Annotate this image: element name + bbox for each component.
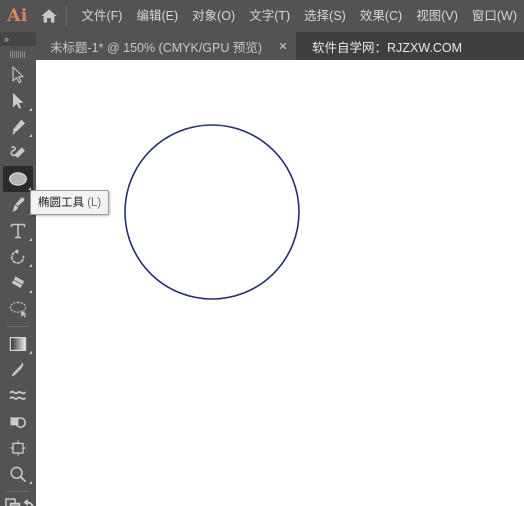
illustrator-window: Ai 文件(F) 编辑(E) 对象(O) 文字(T) 选择(S) 效果(C) 视… xyxy=(0,0,524,506)
panel-drag-handle[interactable] xyxy=(0,46,36,62)
menu-view[interactable]: 视图(V) xyxy=(409,0,465,32)
fill-stroke-swap-group[interactable] xyxy=(5,498,21,506)
paintbrush-icon xyxy=(12,197,25,212)
artboard-canvas[interactable] xyxy=(36,60,524,506)
tool-rotate[interactable] xyxy=(0,244,36,270)
menu-divider xyxy=(65,7,67,25)
tool-artboard[interactable] xyxy=(0,435,36,461)
tool-ellipse[interactable] xyxy=(3,166,33,192)
shape-builder-icon xyxy=(10,417,26,429)
tool-gradient[interactable] xyxy=(0,331,36,357)
menu-file[interactable]: 文件(F) xyxy=(75,0,130,32)
tool-mini-row xyxy=(0,496,36,506)
pen-icon xyxy=(12,119,25,135)
drag-dots-icon xyxy=(10,50,26,58)
blend-icon xyxy=(9,390,26,400)
gradient-icon xyxy=(9,336,27,352)
tool-direct-selection[interactable] xyxy=(0,88,36,114)
tool-type[interactable] xyxy=(0,218,36,244)
document-tab-label: 未标题-1* @ 150% (CMYK/GPU 预览) xyxy=(50,40,263,55)
menu-edit[interactable]: 编辑(E) xyxy=(129,0,185,32)
close-icon[interactable]: ✕ xyxy=(276,39,290,53)
menu-type[interactable]: 文字(T) xyxy=(242,0,297,32)
flyout-indicator-icon[interactable] xyxy=(29,351,32,354)
overlap-squares-icon xyxy=(5,498,21,506)
swap-arrow-group[interactable] xyxy=(22,498,36,506)
flyout-indicator-icon[interactable] xyxy=(29,134,32,137)
tool-pen[interactable] xyxy=(0,114,36,140)
eraser-icon xyxy=(11,276,25,288)
tool-zoom[interactable] xyxy=(0,461,36,487)
tool-divider xyxy=(7,491,29,492)
curvature-icon xyxy=(10,146,25,158)
menu-effect[interactable]: 效果(C) xyxy=(353,0,409,32)
type-icon xyxy=(10,223,26,239)
tools-panel: » xyxy=(0,32,36,506)
document-tab-inactive[interactable]: 软件自学网：RJZXW.COM xyxy=(296,32,469,60)
flyout-indicator-icon[interactable] xyxy=(29,108,32,111)
tool-selection[interactable] xyxy=(0,62,36,88)
tool-divider xyxy=(7,326,29,327)
rotate-icon xyxy=(11,249,25,264)
flyout-indicator-icon[interactable] xyxy=(29,238,32,241)
tool-eyedropper[interactable] xyxy=(0,357,36,383)
menu-window[interactable]: 窗口(W) xyxy=(465,0,524,32)
artboard-icon xyxy=(10,440,26,456)
tool-shape-builder[interactable] xyxy=(0,409,36,435)
direct-selection-arrow-icon xyxy=(13,93,24,109)
ai-logo: Ai xyxy=(7,6,28,26)
flyout-indicator-icon[interactable] xyxy=(29,481,32,484)
menu-select[interactable]: 选择(S) xyxy=(297,0,353,32)
eyedropper-icon xyxy=(11,362,24,377)
collapse-panel-icon[interactable]: » xyxy=(0,32,36,46)
tool-blend[interactable] xyxy=(0,383,36,409)
home-icon[interactable] xyxy=(35,0,64,32)
menu-object[interactable]: 对象(O) xyxy=(185,0,242,32)
ellipse-shape[interactable] xyxy=(124,124,300,300)
selection-arrow-icon xyxy=(12,66,24,84)
flyout-indicator-icon[interactable] xyxy=(29,264,32,267)
zoom-magnifier-icon xyxy=(10,466,26,482)
canvas-shape-layer xyxy=(124,124,300,300)
lasso-icon xyxy=(9,301,27,318)
tool-lasso[interactable] xyxy=(0,296,36,322)
tool-eraser[interactable] xyxy=(0,270,36,296)
tooltip-label: 椭圆工具 xyxy=(38,197,84,209)
tooltip-shortcut: (L) xyxy=(87,197,102,209)
document-tab-active[interactable]: 未标题-1* @ 150% (CMYK/GPU 预览) ✕ xyxy=(36,32,297,60)
ellipse-icon xyxy=(9,172,27,186)
tool-curvature[interactable] xyxy=(0,140,36,166)
swap-arrow-icon xyxy=(23,499,34,506)
document-tab-label: 软件自学网：RJZXW.COM xyxy=(312,40,463,55)
menu-bar: Ai 文件(F) 编辑(E) 对象(O) 文字(T) 选择(S) 效果(C) 视… xyxy=(0,0,524,32)
document-tab-bar: 未标题-1* @ 150% (CMYK/GPU 预览) ✕ 软件自学网：RJZX… xyxy=(36,32,524,60)
flyout-indicator-icon[interactable] xyxy=(29,290,32,293)
tool-tooltip: 椭圆工具 (L) xyxy=(30,190,110,215)
